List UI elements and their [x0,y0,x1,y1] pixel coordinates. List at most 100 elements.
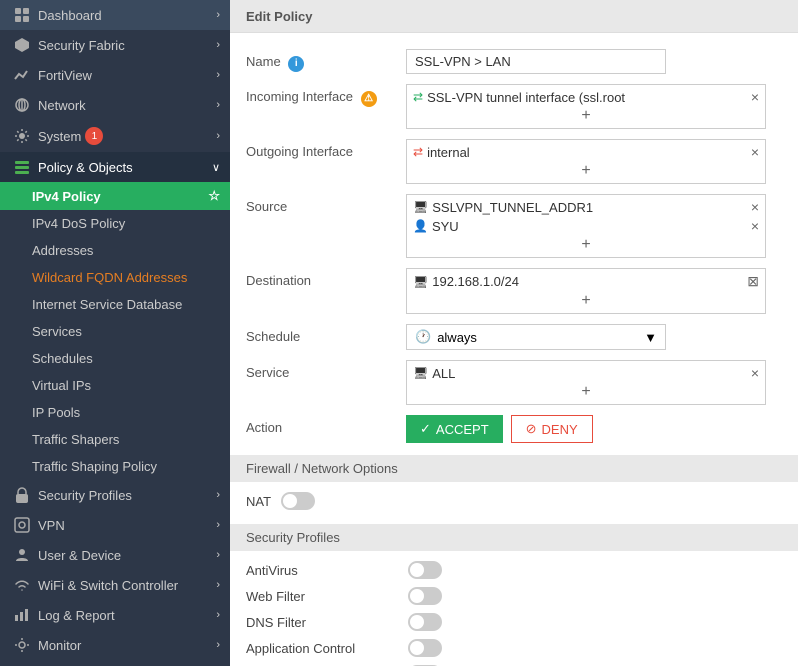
sidebar-item-security-fabric[interactable]: Security Fabric › [0,30,230,60]
monitor-icon [12,637,32,653]
nat-label: NAT [246,494,271,509]
network-icon [12,97,32,113]
service-field: 🖥 ALL × + [406,360,782,405]
antivirus-toggle[interactable] [408,561,442,579]
sidebar-item-dashboard[interactable]: Dashboard › [0,0,230,30]
form-row-incoming: Incoming Interface ⚠ ⇄ SSL-VPN tunnel in… [246,84,782,129]
incoming-add-btn[interactable]: + [413,108,759,124]
subitem-label: IPv4 Policy [32,189,101,204]
wifi-icon [12,577,32,593]
ssl-vpn-icon: ⇄ [413,90,423,104]
service-tagbox[interactable]: 🖥 ALL × + [406,360,766,405]
sidebar-item-system[interactable]: System 1 › [0,120,230,152]
destination-tagbox[interactable]: 🖥 192.168.1.0/24 ⊠ + [406,268,766,314]
vpn-icon [12,517,32,533]
service-add-btn[interactable]: + [413,384,759,400]
sp-row-antivirus: AntiVirus [246,561,782,579]
sidebar-subitem-internet-service[interactable]: Internet Service Database [0,291,230,318]
destination-tag: 🖥 192.168.1.0/24 ⊠ [413,273,759,290]
source-remove-2[interactable]: × [751,218,759,234]
dnsfilter-toggle[interactable] [408,613,442,631]
subitem-label: Addresses [32,243,93,258]
accept-button[interactable]: ✓ ACCEPT [406,415,503,443]
service-remove[interactable]: × [751,365,759,381]
incoming-tagbox[interactable]: ⇄ SSL-VPN tunnel interface (ssl.root × + [406,84,766,129]
destination-add-btn[interactable]: + [413,293,759,309]
appcontrol-label: Application Control [246,641,396,656]
system-icon [12,128,32,144]
sidebar-item-label: Monitor [38,638,81,653]
sidebar-item-label: System [38,129,81,144]
destination-remove[interactable]: ⊠ [747,273,759,290]
chevron-right-icon: › [216,639,220,651]
user-tag-icon: 👤 [413,219,428,233]
appcontrol-toggle[interactable] [408,639,442,657]
star-icon[interactable]: ☆ [208,188,220,204]
schedule-icon: 🕐 [415,329,431,345]
lock-icon [12,487,32,503]
incoming-tag: ⇄ SSL-VPN tunnel interface (ssl.root × [413,89,759,105]
form-row-name: Name i [246,49,782,74]
webfilter-label: Web Filter [246,589,396,604]
source-tag-2: 👤 SYU × [413,218,759,234]
sidebar-subitem-traffic-shapers[interactable]: Traffic Shapers [0,426,230,453]
sidebar-subitem-ipv4-dos[interactable]: IPv4 DoS Policy [0,210,230,237]
outgoing-add-btn[interactable]: + [413,163,759,179]
sidebar-subitem-schedules[interactable]: Schedules [0,345,230,372]
sidebar-subitem-wildcard-fqdn[interactable]: Wildcard FQDN Addresses [0,264,230,291]
source-label: Source [246,194,406,214]
sidebar-item-security-profiles[interactable]: Security Profiles › [0,480,230,510]
sidebar-item-label: WiFi & Switch Controller [38,578,178,593]
sidebar-item-policy-objects[interactable]: Policy & Objects ∨ [0,152,230,182]
sidebar-subitem-virtual-ips[interactable]: Virtual IPs [0,372,230,399]
sidebar-item-fortiview[interactable]: FortiView › [0,60,230,90]
outgoing-label: Outgoing Interface [246,139,406,159]
subnet-icon: 🖥 [413,275,428,289]
sidebar-item-vpn[interactable]: VPN › [0,510,230,540]
form-row-outgoing: Outgoing Interface ⇄ internal × + [246,139,782,184]
source-remove-1[interactable]: × [751,199,759,215]
sidebar-subitem-traffic-shaping-policy[interactable]: Traffic Shaping Policy [0,453,230,480]
form-row-service: Service 🖥 ALL × + [246,360,782,405]
subitem-label: Traffic Shapers [32,432,119,447]
sidebar-item-wifi-switch[interactable]: WiFi & Switch Controller › [0,570,230,600]
sidebar-item-log-report[interactable]: Log & Report › [0,600,230,630]
sp-row-appcontrol: Application Control [246,639,782,657]
schedule-label: Schedule [246,324,406,344]
sidebar-item-label: Network [38,98,86,113]
chevron-right-icon: › [216,99,220,111]
sidebar-item-label: FortiView [38,68,92,83]
name-input[interactable] [406,49,666,74]
deny-button[interactable]: ⊘ DENY [511,415,593,443]
sidebar-item-monitor[interactable]: Monitor › [0,630,230,660]
outgoing-remove[interactable]: × [751,144,759,160]
nat-toggle[interactable] [281,492,315,510]
form-row-source: Source 🖥 SSLVPN_TUNNEL_ADDR1 × 👤 SYU × + [246,194,782,258]
sidebar-item-network[interactable]: Network › [0,90,230,120]
sidebar-subitem-ip-pools[interactable]: IP Pools [0,399,230,426]
sp-row-dnsfilter: DNS Filter [246,613,782,631]
subitem-label: Schedules [32,351,93,366]
sidebar-item-label: Security Fabric [38,38,125,53]
incoming-remove[interactable]: × [751,89,759,105]
subitem-label: Services [32,324,82,339]
sidebar-item-user-device[interactable]: User & Device › [0,540,230,570]
destination-label: Destination [246,268,406,288]
schedule-select[interactable]: 🕐 always ▼ [406,324,666,350]
outgoing-tagbox[interactable]: ⇄ internal × + [406,139,766,184]
source-tagbox[interactable]: 🖥 SSLVPN_TUNNEL_ADDR1 × 👤 SYU × + [406,194,766,258]
subitem-label: Wildcard FQDN Addresses [32,270,187,285]
chevron-right-icon: › [216,69,220,81]
sidebar-subitem-ipv4-policy[interactable]: IPv4 Policy ☆ [0,182,230,210]
service-tag: 🖥 ALL × [413,365,759,381]
sidebar-item-label: VPN [38,518,65,533]
destination-field: 🖥 192.168.1.0/24 ⊠ + [406,268,782,314]
chevron-down-icon: ∨ [212,161,220,174]
chevron-right-icon: › [216,549,220,561]
name-label: Name i [246,49,406,72]
sidebar-subitem-addresses[interactable]: Addresses [0,237,230,264]
webfilter-toggle[interactable] [408,587,442,605]
sidebar-subitem-services[interactable]: Services [0,318,230,345]
source-add-btn[interactable]: + [413,237,759,253]
page-title: Edit Policy [246,9,312,24]
